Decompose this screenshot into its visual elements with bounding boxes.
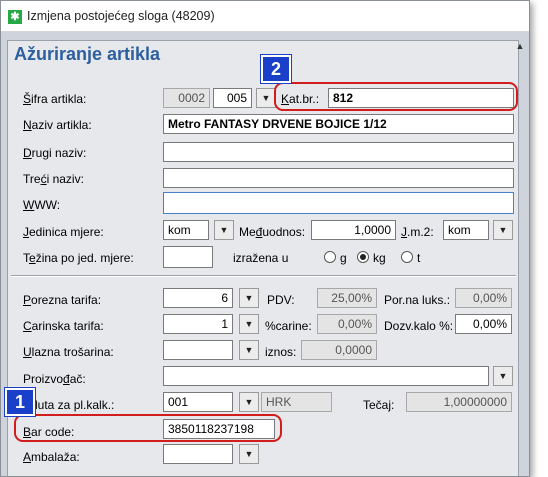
porluks-field: 0,00%	[455, 288, 512, 308]
dozv-field[interactable]: 0,00%	[455, 314, 512, 334]
proizv-field[interactable]	[163, 366, 489, 386]
carinska-label: Carinska tarifa:	[23, 319, 104, 333]
sifra-code-field[interactable]: 005	[213, 88, 252, 108]
ulazna-label: Ulazna trošarina:	[23, 345, 114, 359]
pdv-label: PDV:	[267, 293, 295, 307]
badge-two: 2	[261, 55, 291, 83]
tecaj-label: Tečaj:	[363, 398, 395, 412]
naziv-field[interactable]: Metro FANTASY DRVENE BOJICE 1/12	[163, 114, 514, 134]
naziv-label: Naziv artikla:	[23, 118, 92, 132]
izrazena-label: izražena u	[233, 251, 289, 265]
badge-one: 1	[5, 388, 35, 416]
valuta-dropdown-icon[interactable]: ▼	[239, 392, 259, 412]
jm-dropdown-icon[interactable]: ▼	[214, 220, 234, 240]
pdv-field: 25,00%	[317, 288, 377, 308]
porezna-label: Porezna tarifa:	[23, 293, 102, 307]
proizv-label: Proizvođač:	[23, 372, 86, 386]
tecaj-field: 1,00000000	[406, 392, 512, 412]
unit-kg-label: kg	[373, 251, 386, 265]
carine-field: 0,00%	[317, 314, 377, 334]
sifra-group-field: 0002	[163, 88, 210, 108]
porluks-label: Por.na luks.:	[384, 293, 451, 307]
iznos-field: 0,0000	[301, 340, 377, 360]
treci-field[interactable]	[163, 168, 514, 188]
dozv-label: Dozv.kalo %:	[384, 319, 454, 333]
ambalaza-dropdown-icon[interactable]: ▼	[239, 444, 259, 464]
unit-t-radio[interactable]	[401, 251, 413, 263]
tezina-field[interactable]	[163, 246, 213, 268]
unit-g-label: g	[340, 251, 347, 265]
medu-label: Međuodnos:	[239, 225, 306, 239]
ulazna-field[interactable]	[163, 340, 233, 360]
jm2-dropdown-icon[interactable]: ▼	[493, 220, 513, 240]
section-divider	[11, 275, 516, 277]
www-field[interactable]	[163, 192, 514, 214]
www-label: WWW:	[23, 198, 61, 212]
tezina-label: Težina po jed. mjere:	[23, 251, 134, 265]
unit-kg-radio[interactable]	[357, 251, 369, 263]
valuta-name-field: HRK	[261, 392, 332, 412]
valuta-label: luta za pl.kalk.:	[35, 398, 115, 412]
carine-label: %carine:	[265, 319, 312, 333]
katbr-highlight	[274, 82, 518, 111]
jm2-field[interactable]: kom	[443, 220, 489, 240]
sifra-label: Šifra artikla:	[23, 92, 87, 106]
jm-field[interactable]: kom	[163, 220, 209, 240]
panel-title: Ažuriranje artikla	[14, 44, 161, 64]
porezna-field[interactable]: 6	[163, 288, 233, 308]
scroll-up-icon[interactable]: ▲	[514, 40, 526, 52]
ulazna-dropdown-icon[interactable]: ▼	[239, 340, 259, 360]
proizv-dropdown-icon[interactable]: ▼	[493, 366, 513, 386]
carinska-dropdown-icon[interactable]: ▼	[239, 314, 259, 334]
unit-g-radio[interactable]	[324, 251, 336, 263]
window-title: Izmjena postojećeg sloga (48209)	[27, 9, 215, 23]
ambalaza-field[interactable]	[163, 444, 233, 464]
treci-label: Treći naziv:	[23, 172, 84, 186]
medu-field[interactable]: 1,0000	[311, 220, 396, 240]
barcode-highlight	[14, 414, 282, 442]
jm2-label: J.m.2:	[401, 225, 434, 239]
sifra-dropdown-icon[interactable]: ▼	[256, 88, 276, 108]
porezna-dropdown-icon[interactable]: ▼	[239, 288, 259, 308]
carinska-field[interactable]: 1	[163, 314, 233, 334]
ambalaza-label: Ambalaža:	[23, 450, 80, 464]
valuta-field[interactable]: 001	[163, 392, 233, 412]
drugi-label: Drugi naziv:	[23, 146, 87, 160]
unit-t-label: t	[417, 251, 421, 265]
app-icon: ✱	[8, 10, 22, 24]
iznos-label: iznos:	[265, 345, 297, 359]
jm-label: Jedinica mjere:	[23, 225, 104, 239]
title-bar: ✱ Izmjena postojećeg sloga (48209)	[1, 1, 529, 32]
drugi-field[interactable]	[163, 142, 514, 162]
